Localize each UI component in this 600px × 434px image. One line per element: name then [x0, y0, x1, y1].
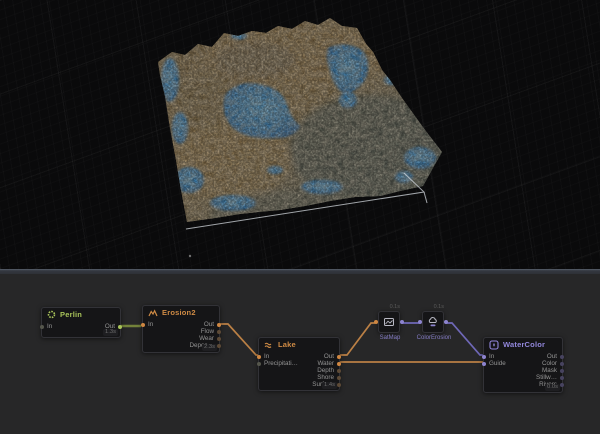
terrain-render — [0, 0, 600, 269]
port-color[interactable]: Color — [536, 360, 558, 367]
node-title: Erosion2 — [162, 308, 196, 317]
port-out[interactable] — [444, 320, 448, 324]
colorerosion-icon — [427, 316, 439, 328]
node-time: 1.4s — [322, 382, 337, 389]
node-lake[interactable]: Lake In Precipitati… Out — [258, 337, 340, 391]
port-mask[interactable]: Mask — [536, 367, 558, 374]
port-out[interactable] — [400, 320, 404, 324]
port-in[interactable]: In — [263, 353, 298, 360]
port-in[interactable]: In — [147, 321, 153, 328]
port-out[interactable]: Out — [312, 353, 335, 360]
port-depth[interactable]: Depth — [312, 367, 335, 374]
perlin-icon — [47, 310, 56, 319]
node-perlin[interactable]: Perlin In Out 1.3s — [41, 307, 121, 338]
node-title: Lake — [278, 340, 296, 349]
node-time: 0.0s — [545, 384, 560, 391]
erosion2-icon — [148, 309, 158, 317]
terrain-mesh — [0, 10, 460, 240]
node-satmap[interactable]: SatMap 0.1s — [378, 311, 400, 333]
origin-marker — [189, 255, 191, 257]
port-wear[interactable]: Wear — [190, 335, 216, 342]
wire-erosion2-lake[interactable] — [219, 324, 258, 355]
node-title: ColorErosion — [403, 335, 465, 341]
satmap-icon — [383, 316, 395, 328]
node-title: WaterColor — [503, 340, 545, 349]
node-erosion2[interactable]: Erosion2 In Out Flow — [142, 305, 220, 353]
node-time: 1.3s — [103, 329, 118, 336]
port-precipitation[interactable]: Precipitati… — [263, 360, 298, 367]
watercolor-icon — [489, 340, 499, 350]
port-guide[interactable]: Guide — [488, 360, 506, 367]
port-in[interactable]: In — [488, 353, 506, 360]
viewport-3d[interactable] — [0, 0, 600, 269]
port-shore[interactable]: Shore — [312, 374, 335, 381]
port-in[interactable] — [418, 320, 422, 324]
node-graph-canvas[interactable]: Perlin In Out 1.3s — [0, 274, 600, 434]
port-out[interactable]: Out — [536, 353, 558, 360]
port-out[interactable]: Out — [190, 321, 216, 328]
node-time: 0.1s — [434, 304, 444, 310]
port-stillwater[interactable]: Stillw… — [536, 374, 558, 381]
app-window: Perlin In Out 1.3s — [0, 0, 600, 434]
node-time: 2.3s — [202, 344, 217, 351]
node-watercolor[interactable]: WaterColor In Guide Out — [483, 337, 563, 393]
port-in[interactable] — [374, 320, 378, 324]
node-time: 0.1s — [390, 304, 400, 310]
node-title: Perlin — [60, 310, 82, 319]
port-flow[interactable]: Flow — [190, 328, 216, 335]
node-colorerosion[interactable]: ColorErosion 0.1s — [422, 311, 444, 333]
port-water[interactable]: Water — [312, 360, 335, 367]
lake-icon — [264, 341, 274, 349]
port-in[interactable]: In — [46, 323, 52, 330]
